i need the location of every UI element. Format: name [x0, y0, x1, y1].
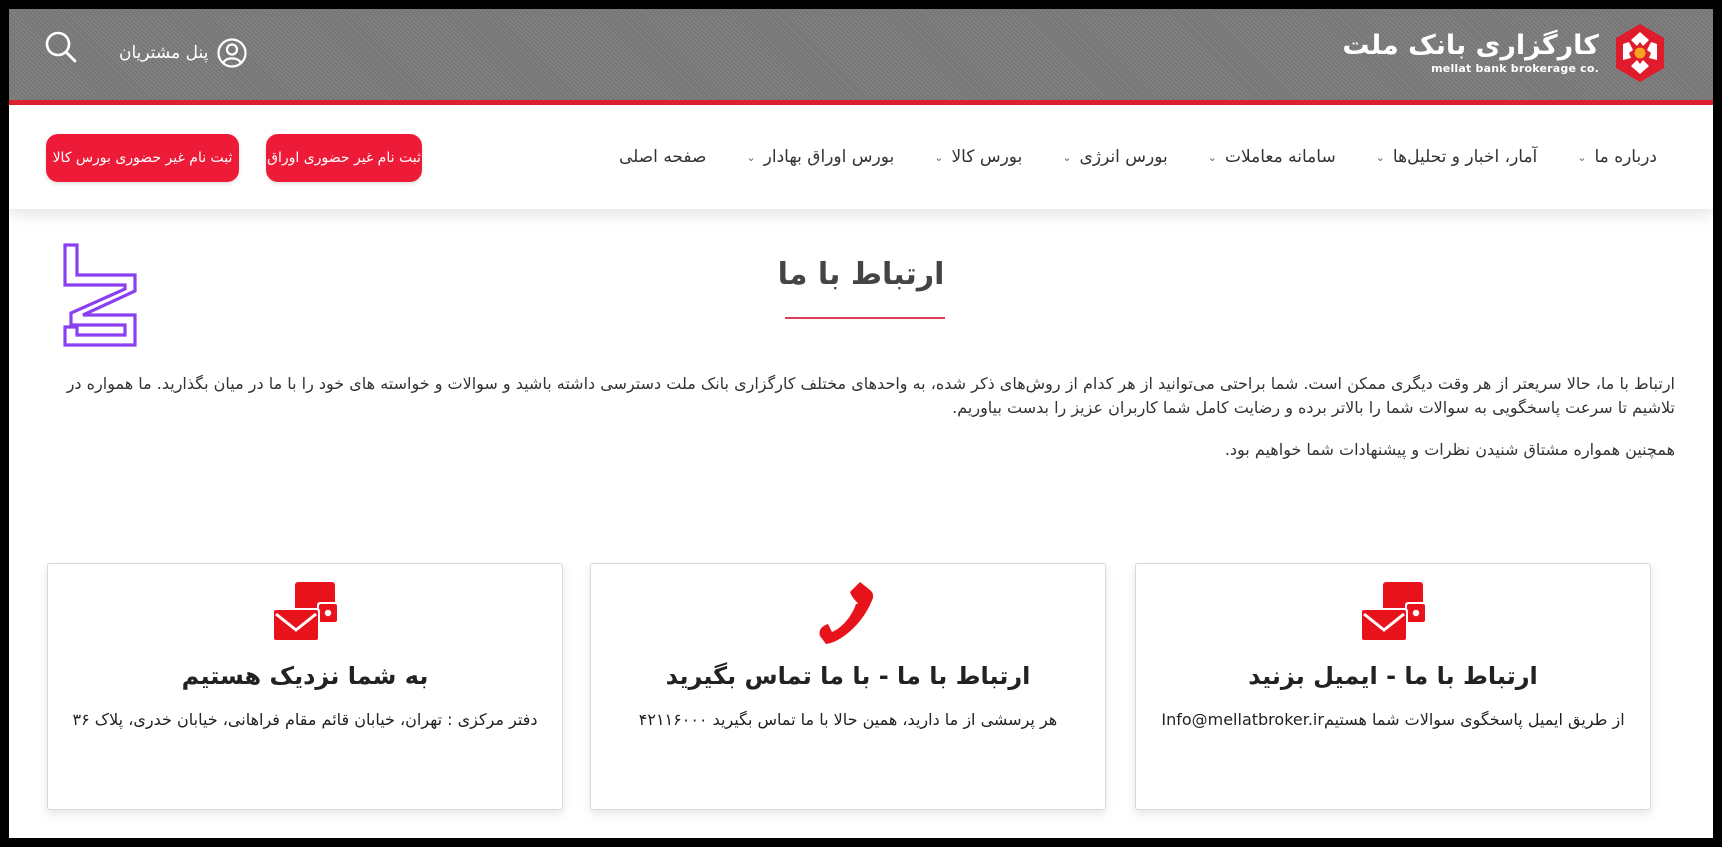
customer-panel-label: پنل مشتریان [119, 43, 209, 63]
nav-item-label: صفحه اصلی [618, 147, 707, 167]
nav-item-label: درباره ما [1594, 147, 1658, 167]
card-title: به شما نزدیک هستیم [181, 662, 429, 690]
envelope-icon [1360, 582, 1427, 642]
chevron-down-icon: ⌄ [934, 150, 944, 164]
chevron-down-icon: ⌄ [1062, 150, 1072, 164]
nav-item-label: بورس کالا [951, 147, 1023, 167]
card-title: ارتباط با ما - با ما تماس بگیرید [665, 662, 1031, 690]
user-circle-icon [217, 38, 247, 68]
search-icon[interactable] [41, 27, 81, 67]
mellat-logo-icon [1616, 24, 1664, 82]
contact-card-email: ارتباط با ما - ایمیل بزنید از طریق ایمیل… [1135, 563, 1651, 810]
register-securities-button[interactable]: ثبت نام غیر حضوری اوراق [266, 134, 422, 182]
brand-text: کارگزاری بانک ملت mellat bank brokerage … [1342, 30, 1599, 76]
main-nav: صفحه اصلی بورس اوراق بهادار ⌄ بورس کالا … [9, 105, 1713, 209]
nav-item-home[interactable]: صفحه اصلی [619, 147, 706, 167]
nav-item-trading-system[interactable]: سامانه معاملات ⌄ [1208, 147, 1336, 167]
nav-item-commodity-exchange[interactable]: بورس کالا ⌄ [934, 147, 1022, 167]
brand-title: کارگزاری بانک ملت [1342, 30, 1599, 61]
card-text: هر پرسشی از ما دارید، همین حالا با ما تم… [638, 710, 1058, 729]
brand-logo[interactable]: کارگزاری بانک ملت mellat bank brokerage … [1342, 20, 1669, 86]
title-divider [785, 317, 945, 319]
card-title: ارتباط با ما - ایمیل بزنید [1248, 662, 1538, 690]
phone-icon [819, 582, 874, 644]
nav-item-label: بورس اوراق بهادار [763, 147, 895, 167]
brand-subtitle: mellat bank brokerage co. [1431, 62, 1599, 75]
nav-item-label: بورس انرژی [1079, 147, 1168, 167]
nav-item-stats-news[interactable]: آمار، اخبار و تحلیل‌ها ⌄ [1376, 147, 1538, 167]
chevron-down-icon: ⌄ [1375, 150, 1385, 164]
card-text: دفتر مرکزی : تهران، خیابان قائم مقام فرا… [72, 710, 538, 729]
intro-paragraph: ارتباط با ما، حالا سریعتر از هر وقت دیگر… [66, 374, 1675, 417]
top-header: کارگزاری بانک ملت mellat bank brokerage … [9, 9, 1713, 105]
chevron-down-icon: ⌄ [746, 150, 756, 164]
customer-panel-link[interactable]: پنل مشتریان [119, 33, 248, 73]
card-text: از طریق ایمیل پاسخگوی سوالات شما هستیمIn… [1161, 710, 1625, 729]
envelope-icon [272, 582, 339, 642]
intro-paragraph-secondary: همچنین همواره مشتاق شنیدن نظرات و پیشنها… [1224, 440, 1675, 459]
contact-card-address: به شما نزدیک هستیم دفتر مرکزی : تهران، خ… [47, 563, 563, 810]
page: کارگزاری بانک ملت mellat bank brokerage … [9, 9, 1713, 838]
chevron-down-icon: ⌄ [1207, 150, 1217, 164]
nav-item-about-us[interactable]: درباره ما ⌄ [1577, 147, 1657, 167]
chevron-down-icon: ⌄ [1577, 150, 1587, 164]
register-commodity-button[interactable]: ثبت نام غیر حضوری بورس کالا [46, 134, 239, 182]
nav-item-label: آمار، اخبار و تحلیل‌ها [1392, 147, 1538, 167]
nav-menu: صفحه اصلی بورس اوراق بهادار ⌄ بورس کالا … [619, 105, 1657, 209]
nav-item-energy-exchange[interactable]: بورس انرژی ⌄ [1062, 147, 1167, 167]
contact-card-phone: ارتباط با ما - با ما تماس بگیرید هر پرسش… [590, 563, 1106, 810]
page-title: ارتباط با ما [777, 257, 945, 292]
nav-item-label: سامانه معاملات [1225, 147, 1336, 167]
nav-item-securities-exchange[interactable]: بورس اوراق بهادار ⌄ [746, 147, 894, 167]
